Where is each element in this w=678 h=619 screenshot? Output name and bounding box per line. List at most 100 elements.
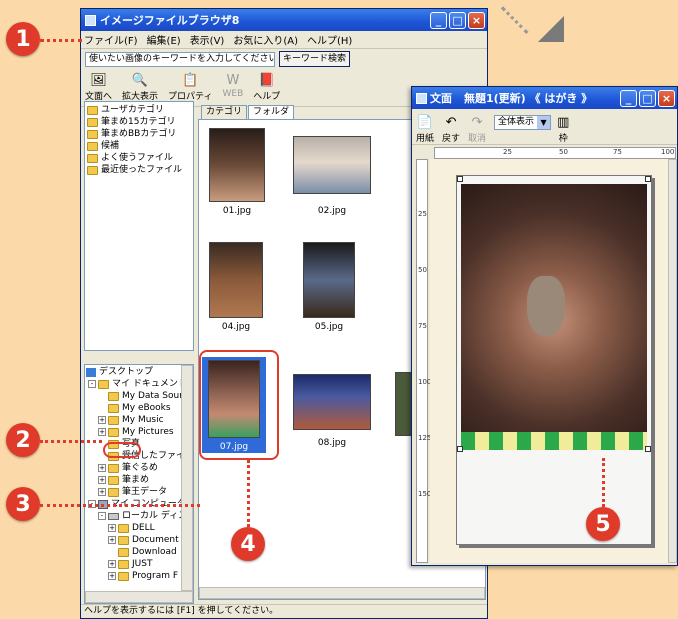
kitten-image [527, 276, 565, 336]
thumbnail-01[interactable]: 01.jpg [209, 128, 265, 216]
collapse-icon[interactable]: - [88, 380, 96, 388]
handle-corner[interactable] [457, 446, 463, 452]
collapse-icon[interactable]: - [98, 512, 106, 520]
tree-item[interactable]: + My Music [86, 414, 193, 426]
category-item[interactable]: 候補 [87, 140, 193, 152]
menu-favorites[interactable]: お気に入り(A) [233, 32, 298, 47]
thumbnail-02[interactable]: 02.jpg [293, 136, 371, 216]
folder-icon [118, 523, 129, 533]
properties-button[interactable]: 📋 プロパティ [168, 69, 212, 103]
app-icon [85, 14, 96, 26]
tree-hscrollbar[interactable] [85, 591, 193, 603]
editor-titlebar[interactable]: 文面 無題1(更新) 《 はがき 》 _ □ × [412, 87, 677, 109]
editor-vscrollbar[interactable] [668, 159, 677, 563]
zoom-select[interactable]: 全体表示 ▼ [494, 115, 552, 130]
maximize-icon[interactable]: □ [449, 11, 466, 29]
editor-app-title: 文面 [430, 92, 452, 105]
thumbnail-05[interactable]: 05.jpg [303, 242, 355, 332]
tree-scrollbar[interactable] [181, 365, 193, 591]
keyword-search-bar: 使いたい画像のキーワードを入力してください キーワード検索 [81, 49, 487, 69]
expand-icon[interactable]: + [108, 524, 116, 532]
to-layout-button[interactable]: 🖼 文面へ [85, 69, 112, 103]
photos-highlight [103, 442, 141, 458]
tree-item[interactable]: + 筆まめ [86, 474, 193, 486]
frame-icon: ▥ [557, 114, 570, 130]
cancel-button[interactable]: ↷ 取消 [468, 111, 486, 145]
thumbnail-08[interactable]: 08.jpg [293, 374, 371, 448]
category-item[interactable]: ユーザカテゴリ [87, 104, 193, 116]
handle-corner[interactable] [645, 446, 651, 452]
postcard-page[interactable] [456, 175, 652, 545]
expand-icon[interactable]: + [98, 428, 106, 436]
minimize-icon[interactable]: _ [620, 89, 637, 107]
tree-item[interactable]: My eBooks [86, 402, 193, 414]
browser-title: イメージファイルブラウザ8 [100, 14, 240, 27]
expand-icon[interactable]: + [98, 488, 106, 496]
folder-icon [108, 463, 119, 473]
category-item[interactable]: 筆まめBBカテゴリ [87, 128, 193, 140]
callout-3: 3 [6, 487, 40, 521]
close-icon[interactable]: × [658, 89, 675, 107]
paper-icon: 📄 [416, 114, 434, 130]
thumbnail-04[interactable]: 04.jpg [209, 242, 263, 332]
expand-icon[interactable]: + [98, 476, 106, 484]
minimize-icon[interactable]: _ [430, 11, 447, 29]
photo-05 [303, 242, 355, 318]
tab-folder[interactable]: フォルダ [248, 105, 295, 120]
tree-item[interactable]: Download [86, 546, 193, 558]
expand-icon[interactable]: + [98, 464, 106, 472]
selected-thumbnail-highlight [199, 350, 279, 460]
tab-category[interactable]: カテゴリ [201, 105, 248, 120]
green-stripe-band [461, 432, 647, 450]
browser-titlebar[interactable]: イメージファイルブラウザ8 _ □ × [81, 9, 487, 31]
zoom-view-button[interactable]: 🔍 拡大表示 [122, 69, 158, 103]
web-button[interactable]: W WEB [223, 69, 244, 100]
expand-icon[interactable]: + [98, 416, 106, 424]
menu-edit[interactable]: 編集(E) [147, 32, 181, 47]
chevron-down-icon[interactable]: ▼ [537, 116, 551, 129]
category-item[interactable]: 最近使ったファイル [87, 164, 193, 176]
tree-item-my-documents[interactable]: - マイ ドキュメント [86, 378, 193, 390]
tree-item[interactable]: My Data Sour [86, 390, 193, 402]
view-tabs: カテゴリ フォルダ [201, 105, 295, 120]
properties-icon: 📋 [182, 72, 199, 88]
close-icon[interactable]: × [468, 11, 485, 29]
handle-corner[interactable] [645, 176, 651, 182]
thumbnail-scrollbar[interactable] [199, 587, 485, 599]
tree-item[interactable]: + My Pictures [86, 426, 193, 438]
photo-02 [293, 136, 371, 194]
category-item[interactable]: 筆まめ15カテゴリ [87, 116, 193, 128]
tree-item[interactable]: + 筆王データ [86, 486, 193, 498]
folder-icon [98, 379, 109, 389]
undo-button[interactable]: ↶ 戻す [442, 111, 460, 145]
zoom-icon: 🔍 [131, 72, 149, 88]
desktop-icon [86, 367, 96, 377]
menu-help[interactable]: ヘルプ(H) [307, 32, 352, 47]
tree-item-desktop[interactable]: デスクトップ [86, 366, 193, 378]
handle-corner[interactable] [457, 176, 463, 182]
layout-editor-window: 文面 無題1(更新) 《 はがき 》 _ □ × 📄 用紙 ↶ 戻す ↷ 取消 全体表… [411, 86, 678, 566]
expand-icon[interactable]: + [108, 572, 116, 580]
expand-icon[interactable]: + [108, 536, 116, 544]
help-button[interactable]: 📕 ヘルプ [253, 69, 280, 103]
expand-icon[interactable]: + [108, 560, 116, 568]
menu-file[interactable]: ファイル(F) [84, 32, 138, 47]
tree-item[interactable]: + JUST [86, 558, 193, 570]
paper-button[interactable]: 📄 用紙 [416, 111, 434, 145]
tree-item[interactable]: + Program F [86, 570, 193, 582]
folder-tree: デスクトップ - マイ ドキュメント My Data Sour My eBooks… [84, 364, 194, 604]
tree-item[interactable]: + 筆ぐるめ [86, 462, 193, 474]
keyword-input[interactable]: 使いたい画像のキーワードを入力してください [85, 51, 275, 67]
tree-item[interactable]: + DELL [86, 522, 193, 534]
folder-icon [118, 559, 129, 569]
tree-item-local-disk[interactable]: - ローカル ディス [86, 510, 193, 522]
menu-view[interactable]: 表示(V) [190, 32, 225, 47]
keyword-search-button[interactable]: キーワード検索 [279, 51, 351, 67]
tree-item[interactable]: + Document [86, 534, 193, 546]
cancel-icon: ↷ [471, 114, 483, 130]
maximize-icon[interactable]: □ [639, 89, 656, 107]
folder-icon [87, 141, 98, 151]
category-item[interactable]: よく使うファイル [87, 152, 193, 164]
frame-button[interactable]: ▥ 枠 [557, 111, 570, 145]
folder-icon [87, 165, 98, 175]
